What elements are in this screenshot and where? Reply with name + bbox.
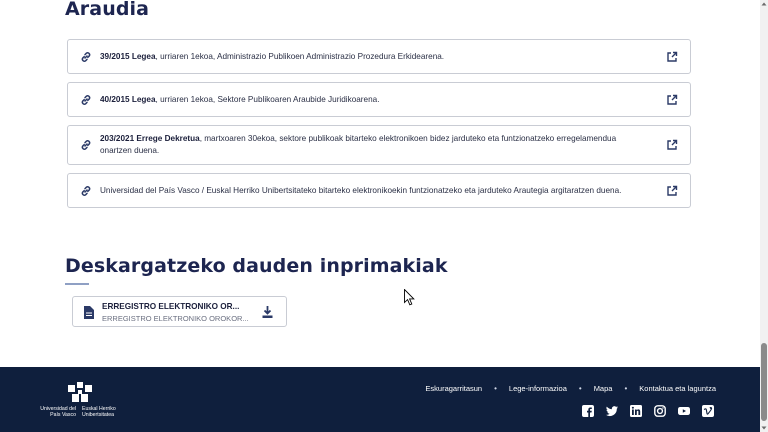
download-icon[interactable] <box>262 306 273 318</box>
page: Araudia 39/2015 Legea, urriaren 1ekoa, A… <box>0 0 760 432</box>
scrollbar[interactable] <box>760 0 768 432</box>
university-logo[interactable]: Universidad del País Vasco Euskal Herrik… <box>40 382 120 426</box>
footer-link-accessibility[interactable]: Eskuragarritasun <box>425 384 482 393</box>
regulation-item-2[interactable]: 40/2015 Legea, urriaren 1ekoa, Sektore P… <box>67 82 691 117</box>
mouse-cursor-icon <box>404 289 415 306</box>
section-underline <box>65 283 89 285</box>
social-links <box>570 405 714 417</box>
youtube-icon[interactable] <box>678 405 690 417</box>
footer-separator: • <box>578 384 582 393</box>
instagram-icon[interactable] <box>654 405 666 417</box>
external-link-icon[interactable] <box>666 51 678 63</box>
logo-text-right: Euskal Herriko Unibertsitatea <box>82 406 116 418</box>
regulation-text: 39/2015 Legea, urriaren 1ekoa, Administr… <box>100 51 445 61</box>
footer-separator: • <box>624 384 628 393</box>
link-icon <box>81 94 91 105</box>
regulation-text: Universidad del País Vasco / Euskal Herr… <box>100 185 622 195</box>
external-link-icon[interactable] <box>666 139 678 151</box>
facebook-icon[interactable] <box>582 405 594 417</box>
link-icon <box>81 140 91 150</box>
university-logo-mark-icon <box>68 382 92 402</box>
footer-links: Eskuragarritasun • Lege-informazioa • Ma… <box>425 384 716 393</box>
download-card[interactable]: ERREGISTRO ELEKTRONIKO OR... ERREGISTRO … <box>72 296 287 327</box>
footer-link-map[interactable]: Mapa <box>594 384 613 393</box>
link-icon <box>81 185 91 196</box>
vimeo-icon[interactable] <box>702 405 714 417</box>
footer-link-legal[interactable]: Lege-informazioa <box>509 384 567 393</box>
regulation-text: 40/2015 Legea, urriaren 1ekoa, Sektore P… <box>100 94 380 104</box>
footer-link-contact[interactable]: Kontaktua eta laguntza <box>639 384 716 393</box>
document-icon <box>84 306 94 319</box>
footer-separator: • <box>494 384 497 393</box>
regulation-item-4[interactable]: Universidad del País Vasco / Euskal Herr… <box>67 173 691 208</box>
linkedin-icon[interactable] <box>630 405 642 417</box>
external-link-icon[interactable] <box>666 185 678 197</box>
footer: Universidad del País Vasco Euskal Herrik… <box>0 367 760 432</box>
section-title-forms: Deskargatzeko dauden inprimakiak <box>65 255 448 277</box>
regulation-item-3[interactable]: 203/2021 Errege Dekretua, martxoaren 30e… <box>67 125 691 165</box>
regulation-text: 203/2021 Errege Dekretua, martxoaren 30e… <box>100 134 617 155</box>
twitter-icon[interactable] <box>606 405 618 417</box>
external-link-icon[interactable] <box>666 94 678 106</box>
section-title-araudia: Araudia <box>65 0 150 20</box>
regulation-item-1[interactable]: 39/2015 Legea, urriaren 1ekoa, Administr… <box>67 39 691 74</box>
logo-text-left: Universidad del País Vasco <box>40 406 76 418</box>
scrollbar-thumb[interactable] <box>761 343 767 421</box>
download-subtitle: ERREGISTRO ELEKTRONIKO OROKOR... <box>102 314 249 323</box>
download-title: ERREGISTRO ELEKTRONIKO OR... <box>102 302 240 311</box>
scroll-down-arrow-icon[interactable] <box>761 425 767 431</box>
regulation-list: 39/2015 Legea, urriaren 1ekoa, Administr… <box>67 39 691 216</box>
scroll-up-arrow-icon[interactable] <box>761 1 767 7</box>
link-icon <box>81 51 91 62</box>
